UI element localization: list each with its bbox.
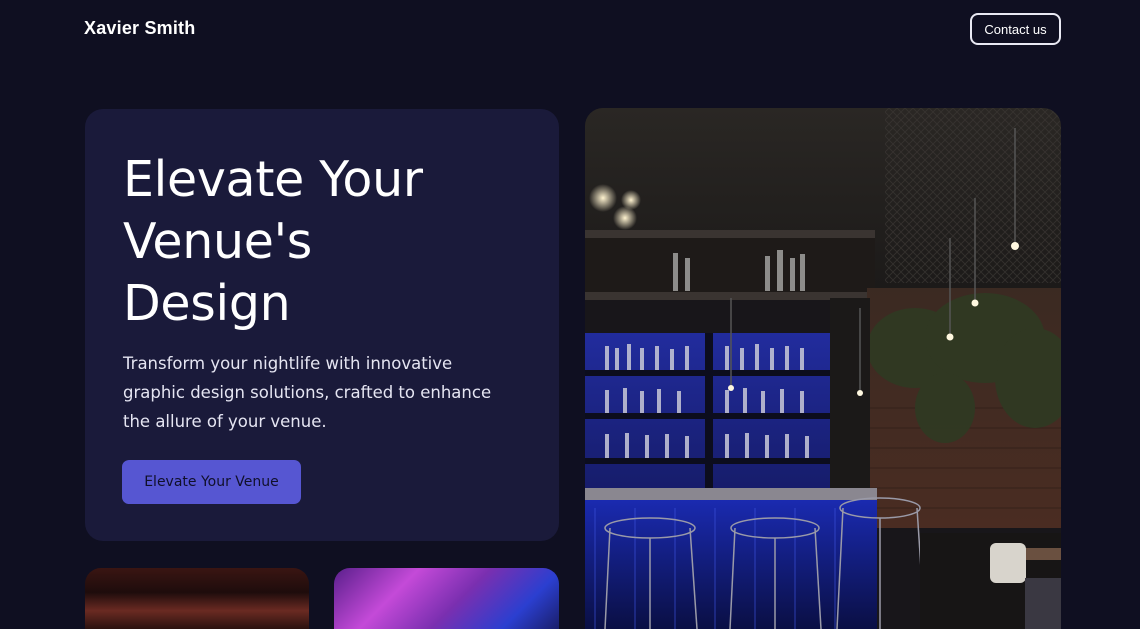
hero-title: Elevate Your Venue's Design	[123, 149, 543, 335]
hero-subtitle-line-1: Transform your nightlife with innovative	[123, 354, 453, 373]
brand-name[interactable]: Xavier Smith	[84, 18, 195, 39]
hero-subtitle: Transform your nightlife with innovative…	[123, 349, 523, 436]
venue-thumbnail-1[interactable]	[85, 568, 309, 629]
venue-thumbnail-2[interactable]	[334, 568, 559, 629]
elevate-venue-button[interactable]: Elevate Your Venue	[122, 460, 301, 504]
hero-title-line-3: Design	[123, 275, 291, 332]
hero-title-line-1: Elevate Your	[123, 151, 423, 208]
hero-subtitle-line-2: graphic design solutions, crafted to enh…	[123, 383, 492, 402]
hero-subtitle-line-3: the allure of your venue.	[123, 412, 327, 431]
hero-card: Elevate Your Venue's Design Transform yo…	[85, 109, 559, 541]
hero-title-line-2: Venue's	[123, 213, 313, 270]
bar-interior-image	[585, 108, 1061, 629]
contact-us-button[interactable]: Contact us	[970, 13, 1061, 45]
